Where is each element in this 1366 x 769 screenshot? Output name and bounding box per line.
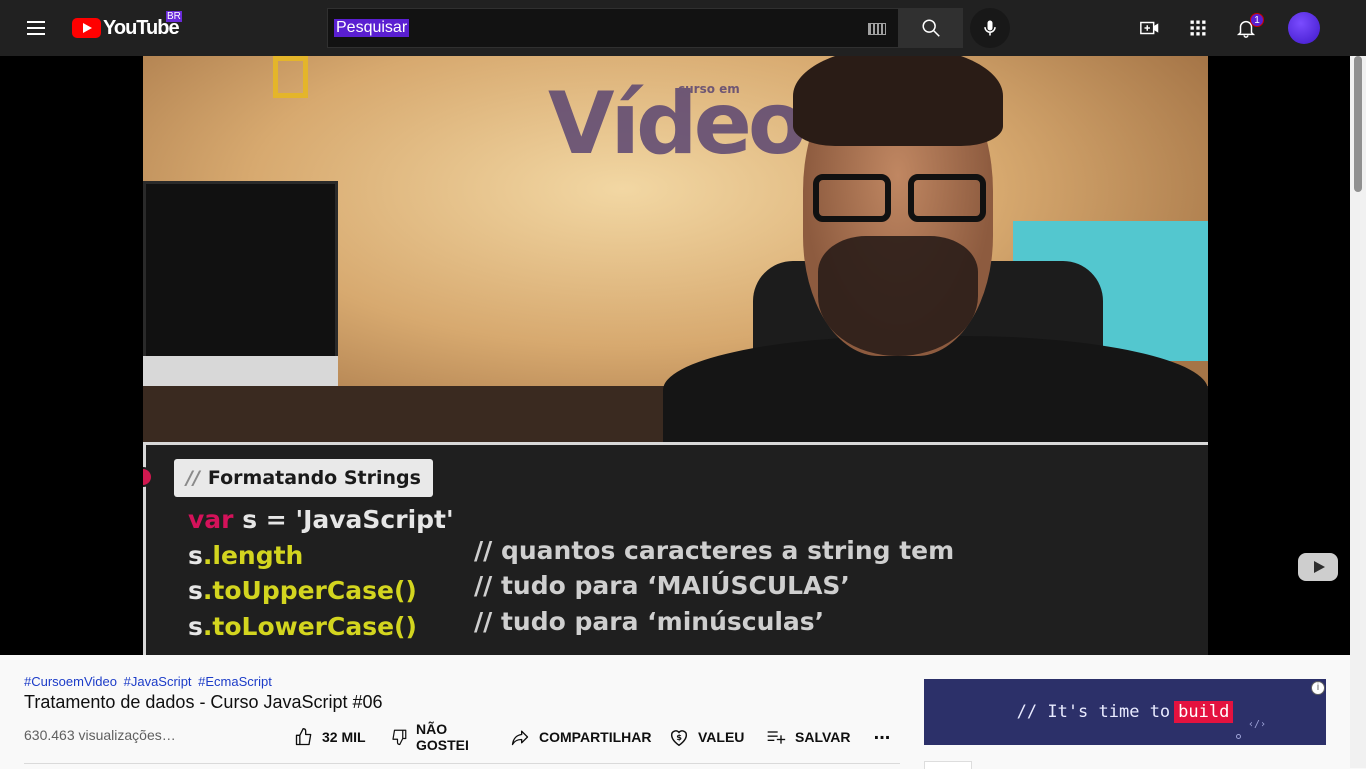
- svg-text:$: $: [676, 732, 682, 742]
- apps-grid-icon: [1190, 20, 1206, 36]
- search-button[interactable]: [899, 8, 963, 48]
- youtube-play-icon: [72, 18, 101, 38]
- search-placeholder: Pesquisar: [334, 19, 410, 37]
- share-icon: [511, 730, 529, 746]
- ad-info-icon[interactable]: i: [1311, 681, 1325, 695]
- monitor-stand: [143, 356, 338, 386]
- share-button[interactable]: COMPARTILHAR: [509, 719, 652, 755]
- ad-banner[interactable]: // It's time to build: [924, 679, 1326, 745]
- hashtag-link[interactable]: #JavaScript: [124, 674, 192, 689]
- create-video-button[interactable]: [1138, 16, 1162, 40]
- record-dot-icon: [143, 467, 153, 487]
- code-brackets-icon: ‹/›: [1248, 719, 1267, 730]
- code-line-4: s.toLowerCase(): [188, 612, 417, 641]
- ad-dot-icon: [1236, 734, 1241, 739]
- heart-dollar-icon: $: [670, 730, 688, 747]
- code-comment-3: // tudo para ‘MAIÚSCULAS’: [474, 571, 850, 600]
- menu-icon[interactable]: [24, 16, 48, 40]
- avatar[interactable]: [1288, 12, 1320, 44]
- apps-button[interactable]: [1186, 16, 1210, 40]
- code-title: // Formatando Strings: [174, 459, 433, 497]
- youtube-logo[interactable]: YouTube: [72, 16, 180, 40]
- code-line-3: s.toUpperCase(): [188, 576, 417, 605]
- hashtag-link[interactable]: #CursoemVideo: [24, 674, 117, 689]
- keyboard-icon[interactable]: [868, 23, 886, 35]
- create-video-icon: [1140, 21, 1159, 35]
- playlist-add-icon: [767, 731, 786, 744]
- thumbs-down-icon: [392, 729, 407, 746]
- microphone-icon: [984, 20, 996, 36]
- region-code: BR: [166, 11, 182, 22]
- code-line-1: var s = 'JavaScript': [188, 505, 454, 534]
- video-player[interactable]: curso em Vídeo // Formatando Strings var …: [0, 56, 1350, 655]
- wall-frame: [273, 56, 308, 98]
- divider: [24, 763, 900, 764]
- more-actions-button[interactable]: ...: [870, 723, 894, 751]
- glasses: [813, 174, 1013, 226]
- save-button[interactable]: SALVAR: [765, 719, 850, 755]
- thanks-button[interactable]: $ VALEU: [668, 719, 744, 755]
- notification-badge: 1: [1250, 13, 1264, 27]
- dislike-button[interactable]: NÃO GOSTEI: [390, 719, 469, 755]
- video-info: #CursoemVideo #JavaScript #EcmaScript Tr…: [0, 655, 1350, 769]
- hashtags: #CursoemVideo #JavaScript #EcmaScript: [24, 674, 275, 689]
- presenter: [663, 56, 1208, 456]
- top-bar: YouTube BR Pesquisar 1: [0, 0, 1366, 56]
- thumbs-up-icon: [295, 728, 312, 746]
- video-frame[interactable]: curso em Vídeo // Formatando Strings var …: [143, 56, 1208, 655]
- video-title: Tratamento de dados - Curso JavaScript #…: [24, 692, 383, 712]
- hashtag-link[interactable]: #EcmaScript: [198, 674, 272, 689]
- view-count[interactable]: 630.463 visualizações…: [24, 727, 176, 743]
- search-input[interactable]: [328, 9, 898, 47]
- search-icon: [922, 19, 940, 37]
- like-button[interactable]: 32 MIL: [294, 719, 366, 755]
- youtube-watermark-icon[interactable]: [1298, 553, 1338, 581]
- scrollbar-thumb[interactable]: [1354, 56, 1362, 192]
- search-box[interactable]: Pesquisar: [327, 8, 899, 48]
- page-scrollbar[interactable]: [1350, 56, 1366, 768]
- left-monitor: [143, 181, 338, 371]
- code-comment-2: // quantos caracteres a string tem: [474, 536, 955, 565]
- code-overlay: // Formatando Strings var s = 'JavaScrip…: [143, 442, 1208, 655]
- code-comment-4: // tudo para ‘minúsculas’: [474, 607, 825, 636]
- voice-search-button[interactable]: [970, 8, 1010, 48]
- code-line-2: s.length: [188, 541, 304, 570]
